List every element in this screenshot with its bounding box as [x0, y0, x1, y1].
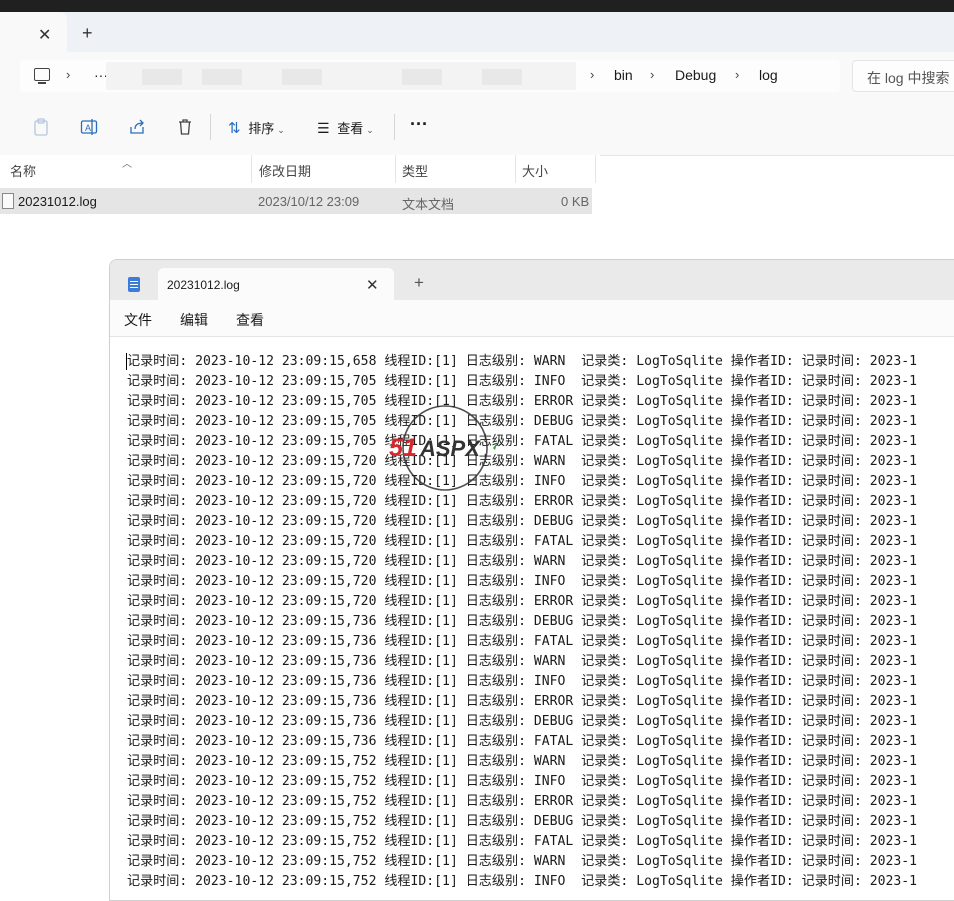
chevron-down-icon: ⌄ [277, 125, 285, 135]
text-cursor [126, 353, 127, 370]
view-button[interactable]: ☰ 查看 ⌄ [317, 118, 374, 137]
breadcrumb-item-log[interactable]: log [759, 67, 778, 83]
address-bar[interactable]: › ··· › bin › Debug › log [20, 60, 840, 92]
command-bar: A ⇅ 排序 ⌄ ☰ 查看 ⌄ ··· [0, 100, 954, 156]
menu-view[interactable]: 查看 [236, 310, 264, 330]
close-tab-icon[interactable]: ✕ [38, 25, 51, 45]
log-line: 记录时间: 2023-10-12 23:09:15,720 线程ID:[1] 日… [127, 494, 918, 509]
chevron-right-icon: › [735, 67, 740, 82]
notepad-window: 20231012.log ✕ + 文件 编辑 查看 记录时间: 2023-10-… [109, 259, 954, 901]
log-line: 记录时间: 2023-10-12 23:09:15,736 线程ID:[1] 日… [127, 634, 918, 649]
notepad-titlebar: 20231012.log ✕ + [110, 260, 954, 300]
log-line: 记录时间: 2023-10-12 23:09:15,705 线程ID:[1] 日… [127, 434, 918, 449]
window-top-edge [0, 0, 954, 12]
redacted-path-segment [202, 69, 242, 85]
log-line: 记录时间: 2023-10-12 23:09:15,736 线程ID:[1] 日… [127, 734, 918, 749]
log-line: 记录时间: 2023-10-12 23:09:15,658 线程ID:[1] 日… [127, 354, 918, 369]
column-divider[interactable] [395, 155, 396, 183]
log-line: 记录时间: 2023-10-12 23:09:15,720 线程ID:[1] 日… [127, 454, 918, 469]
notepad-tab[interactable]: 20231012.log ✕ [158, 268, 394, 300]
close-tab-icon[interactable]: ✕ [366, 276, 379, 294]
chevron-down-icon: ⌄ [366, 125, 374, 135]
log-line: 记录时间: 2023-10-12 23:09:15,752 线程ID:[1] 日… [127, 854, 918, 869]
file-name: 20231012.log [18, 194, 97, 209]
log-line: 记录时间: 2023-10-12 23:09:15,752 线程ID:[1] 日… [127, 774, 918, 789]
column-header-name[interactable]: 名称 [10, 161, 36, 180]
column-divider[interactable] [251, 155, 252, 183]
log-line: 记录时间: 2023-10-12 23:09:15,752 线程ID:[1] 日… [127, 794, 918, 809]
sort-label: 排序 [248, 121, 275, 136]
file-type: 文本文档 [402, 197, 455, 212]
redacted-path-segment [482, 69, 522, 85]
search-input[interactable]: 在 log 中搜索 [852, 60, 954, 92]
log-line: 记录时间: 2023-10-12 23:09:15,705 线程ID:[1] 日… [127, 394, 918, 409]
log-line: 记录时间: 2023-10-12 23:09:15,736 线程ID:[1] 日… [127, 694, 918, 709]
column-header-type[interactable]: 类型 [402, 161, 428, 180]
column-divider[interactable] [515, 155, 516, 183]
log-line: 记录时间: 2023-10-12 23:09:15,720 线程ID:[1] 日… [127, 514, 918, 529]
sort-button[interactable]: ⇅ 排序 ⌄ [228, 118, 285, 137]
more-options-button[interactable]: ··· [410, 114, 428, 135]
file-modified: 2023/10/12 23:09 [258, 194, 360, 209]
explorer-tab[interactable]: ✕ [0, 12, 67, 52]
log-line: 记录时间: 2023-10-12 23:09:15,720 线程ID:[1] 日… [127, 574, 918, 589]
chevron-right-icon: › [66, 67, 71, 82]
menu-edit[interactable]: 编辑 [180, 310, 208, 330]
log-line: 记录时间: 2023-10-12 23:09:15,752 线程ID:[1] 日… [127, 874, 918, 889]
log-line: 记录时间: 2023-10-12 23:09:15,705 线程ID:[1] 日… [127, 374, 918, 389]
text-editor[interactable]: 记录时间: 2023-10-12 23:09:15,658 线程ID:[1] 日… [110, 337, 954, 900]
svg-text:A: A [85, 123, 91, 133]
redacted-path-segment [142, 69, 182, 85]
column-header-row: ︿ 名称 修改日期 类型 大小 [0, 155, 600, 183]
column-header-modified[interactable]: 修改日期 [259, 161, 311, 180]
log-line: 记录时间: 2023-10-12 23:09:15,752 线程ID:[1] 日… [127, 754, 918, 769]
share-icon[interactable] [128, 118, 146, 136]
computer-icon [34, 68, 50, 84]
text-file-icon [2, 193, 14, 209]
log-line: 记录时间: 2023-10-12 23:09:15,720 线程ID:[1] 日… [127, 534, 918, 549]
new-tab-button[interactable]: + [414, 274, 424, 291]
redacted-path-segment [402, 69, 442, 85]
file-row[interactable]: 20231012.log 2023/10/12 23:09 文本文档 0 KB [0, 188, 592, 214]
notepad-menubar: 文件 编辑 查看 [110, 300, 954, 337]
breadcrumb-item-bin[interactable]: bin [614, 67, 633, 83]
log-line: 记录时间: 2023-10-12 23:09:15,752 线程ID:[1] 日… [127, 814, 918, 829]
log-line: 记录时间: 2023-10-12 23:09:15,736 线程ID:[1] 日… [127, 614, 918, 629]
paste-icon[interactable] [32, 118, 50, 136]
log-text: 记录时间: 2023-10-12 23:09:15,658 线程ID:[1] 日… [127, 352, 917, 892]
log-line: 记录时间: 2023-10-12 23:09:15,736 线程ID:[1] 日… [127, 654, 918, 669]
view-icon: ☰ [317, 120, 330, 136]
log-line: 记录时间: 2023-10-12 23:09:15,752 线程ID:[1] 日… [127, 834, 918, 849]
rename-icon[interactable]: A [80, 118, 98, 136]
redacted-path-segment [282, 69, 322, 85]
log-line: 记录时间: 2023-10-12 23:09:15,720 线程ID:[1] 日… [127, 594, 918, 609]
log-line: 记录时间: 2023-10-12 23:09:15,720 线程ID:[1] 日… [127, 474, 918, 489]
log-line: 记录时间: 2023-10-12 23:09:15,736 线程ID:[1] 日… [127, 674, 918, 689]
log-line: 记录时间: 2023-10-12 23:09:15,736 线程ID:[1] 日… [127, 714, 918, 729]
toolbar-divider [394, 114, 395, 140]
breadcrumb-item-debug[interactable]: Debug [675, 67, 716, 83]
column-divider[interactable] [595, 155, 596, 183]
column-header-size[interactable]: 大小 [522, 161, 548, 180]
delete-icon[interactable] [176, 118, 194, 136]
menu-file[interactable]: 文件 [124, 310, 152, 330]
toolbar-divider [210, 114, 211, 140]
sort-ascending-icon: ︿ [122, 159, 132, 170]
log-line: 记录时间: 2023-10-12 23:09:15,720 线程ID:[1] 日… [127, 554, 918, 569]
address-bar-row: › ··· › bin › Debug › log [0, 52, 954, 101]
sort-icon: ⇅ [228, 120, 241, 137]
chevron-right-icon: › [650, 67, 655, 82]
view-label: 查看 [337, 121, 364, 136]
chevron-right-icon: › [590, 67, 595, 82]
new-tab-button[interactable]: + [82, 24, 93, 42]
file-size: 0 KB [561, 194, 590, 209]
explorer-tab-strip: ✕ + [0, 12, 954, 52]
notepad-tab-title: 20231012.log [167, 278, 240, 292]
log-line: 记录时间: 2023-10-12 23:09:15,705 线程ID:[1] 日… [127, 414, 918, 429]
notepad-app-icon [128, 277, 140, 292]
